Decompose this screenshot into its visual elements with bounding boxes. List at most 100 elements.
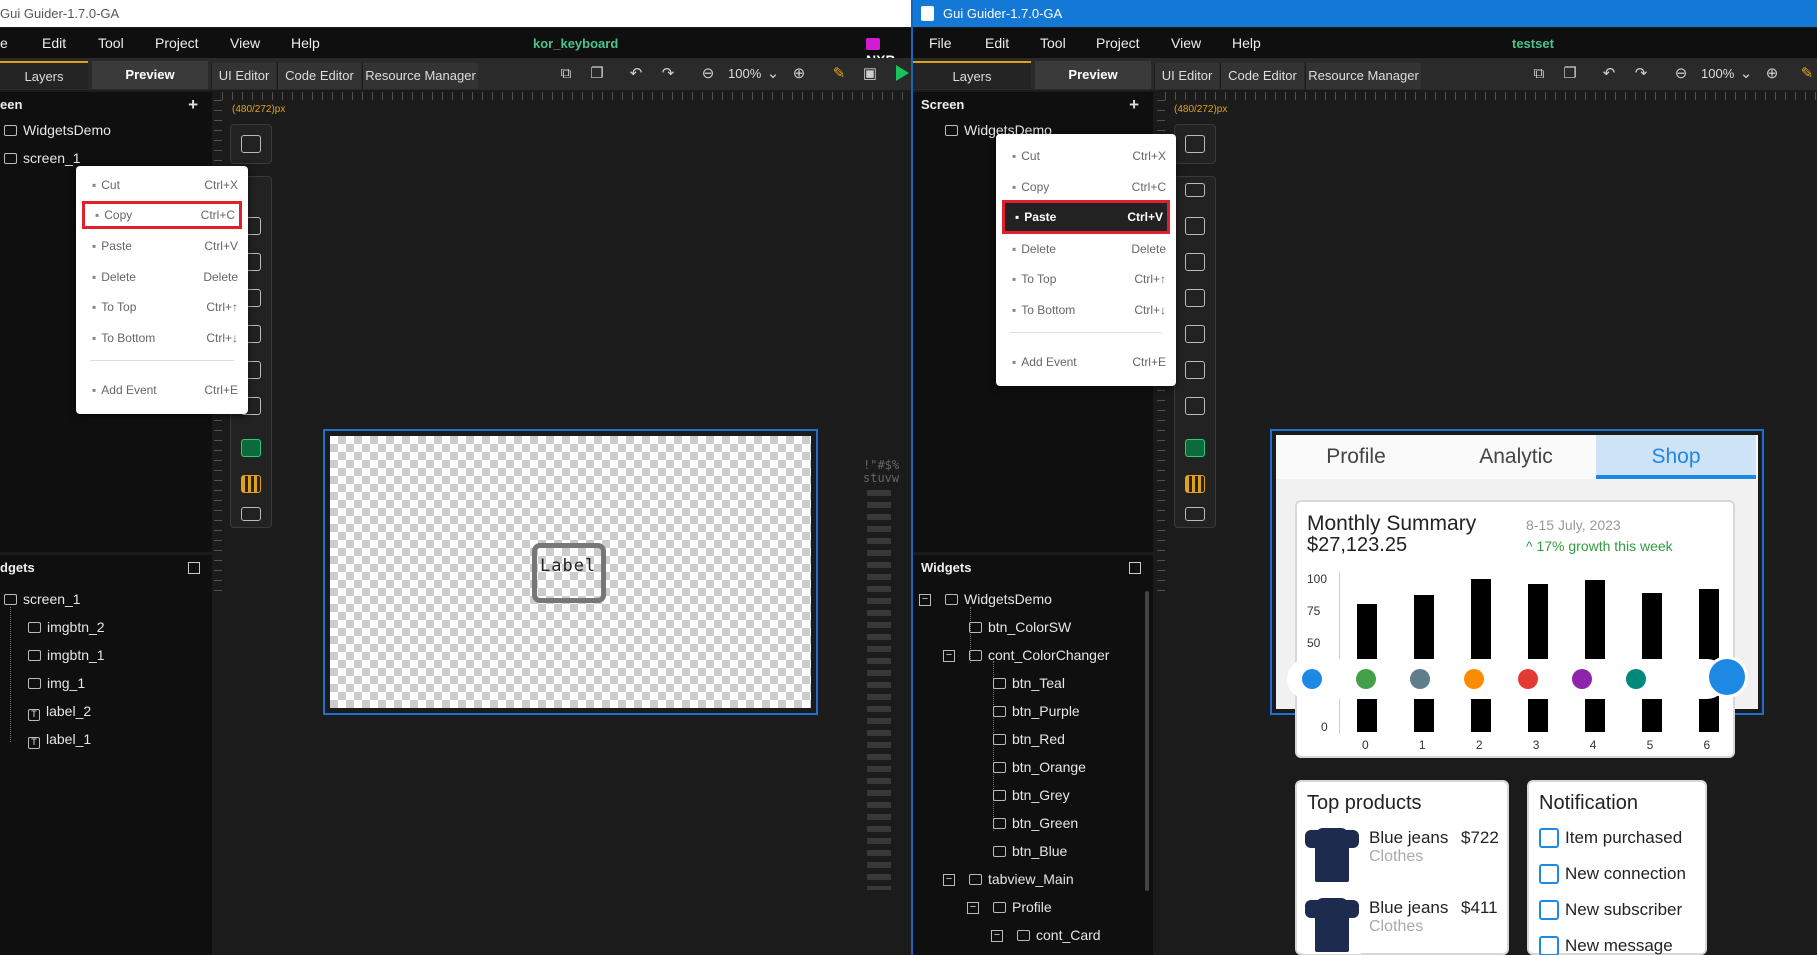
collapse-icon[interactable]: − [967, 902, 979, 914]
collapse-toolbox-icon[interactable] [1185, 183, 1205, 197]
zoom-out-icon[interactable]: ⊖ [699, 65, 717, 83]
color-dot-button[interactable] [1302, 669, 1322, 689]
widget-label-2[interactable]: Tlabel_2 [28, 703, 91, 721]
collapse-icon[interactable]: − [943, 874, 955, 886]
export-icon[interactable] [1129, 562, 1141, 574]
widget-label-1[interactable]: Tlabel_1 [28, 731, 91, 749]
tab-code-editor[interactable]: Code Editor [277, 63, 361, 89]
menu-tool[interactable]: Tool [1040, 35, 1066, 51]
zoom-in-icon[interactable]: ⊕ [790, 65, 808, 83]
tab-layers[interactable]: Layers [0, 61, 88, 89]
widget-btn-colorsw[interactable]: btn_ColorSW [969, 619, 1071, 635]
menu-edit[interactable]: Edit [985, 35, 1009, 51]
color-dot-button[interactable] [1464, 669, 1484, 689]
color-dot-button[interactable] [1410, 669, 1430, 689]
widget-screen-1[interactable]: screen_1 [4, 591, 81, 607]
redo-icon[interactable]: ↷ [1632, 65, 1650, 83]
menu-item-add-event[interactable]: Add Event Ctrl+E [1002, 348, 1170, 376]
tab-ui-editor[interactable]: UI Editor [211, 63, 276, 89]
export-icon[interactable] [188, 562, 200, 574]
clean-icon[interactable]: ✎ [830, 65, 848, 83]
duplicate-icon[interactable]: ❐ [1561, 65, 1579, 83]
notification-checkbox[interactable] [1539, 864, 1559, 884]
screen-item-widgetsdemo[interactable]: WidgetsDemo [4, 122, 111, 138]
chevron-down-icon[interactable]: ⌄ [1737, 65, 1755, 83]
transparent-canvas[interactable]: Label [330, 436, 811, 708]
widget-btn-grey[interactable]: btn_Grey [993, 787, 1070, 803]
notification-checkbox[interactable] [1539, 828, 1559, 848]
widget-btn-red[interactable]: btn_Red [993, 731, 1065, 747]
line-tool-icon[interactable] [241, 439, 261, 457]
undo-icon[interactable]: ↶ [1600, 65, 1618, 83]
notification-checkbox[interactable] [1539, 900, 1559, 920]
menu-item-delete[interactable]: Delete Delete [1002, 235, 1170, 263]
menu-item-to-top[interactable]: To Top Ctrl+↑ [82, 293, 242, 321]
canvas-label[interactable]: Label [540, 556, 596, 576]
widget-tabview-main[interactable]: tabview_Main [969, 871, 1074, 887]
expand-icon[interactable] [241, 507, 261, 521]
select-tool[interactable] [230, 124, 272, 164]
redo-icon[interactable]: ↷ [659, 65, 677, 83]
color-dot-button[interactable] [1518, 669, 1538, 689]
add-screen-icon[interactable]: + [188, 92, 198, 118]
widget-img-1[interactable]: img_1 [28, 675, 85, 691]
chevron-down-icon[interactable]: ⌄ [764, 65, 782, 83]
scrollbar[interactable] [1145, 591, 1149, 891]
qrcode-tool-icon[interactable] [1185, 475, 1205, 493]
color-dot-button[interactable] [1356, 669, 1376, 689]
menu-edit[interactable]: Edit [42, 35, 66, 51]
menu-item-to-bottom[interactable]: To Bottom Ctrl+↓ [1002, 296, 1170, 324]
container-tool-icon[interactable] [1185, 325, 1205, 343]
widget-imgbtn-1[interactable]: imgbtn_1 [28, 647, 105, 663]
copy-layer-icon[interactable]: ⧉ [557, 65, 575, 83]
color-dot-button[interactable] [1572, 669, 1592, 689]
menu-tool[interactable]: Tool [98, 35, 124, 51]
screen-item-screen-1[interactable]: screen_1 [4, 150, 81, 166]
menu-project[interactable]: Project [155, 35, 199, 51]
copy-layer-icon[interactable]: ⧉ [1530, 65, 1548, 83]
menu-help[interactable]: Help [291, 35, 320, 51]
widget-btn-orange[interactable]: btn_Orange [993, 759, 1086, 775]
select-tool[interactable] [1174, 124, 1216, 164]
tab-resource-manager[interactable]: Resource Manager [1305, 63, 1421, 89]
tab-preview[interactable]: Preview [92, 61, 208, 89]
collapse-icon[interactable]: − [919, 594, 931, 606]
duplicate-icon[interactable]: ❐ [588, 65, 606, 83]
menu-item-to-bottom[interactable]: To Bottom Ctrl+↓ [82, 324, 242, 352]
widget-widgetsdemo[interactable]: WidgetsDemo [945, 591, 1052, 607]
run-icon[interactable] [896, 65, 909, 81]
text-tool-icon[interactable] [1185, 289, 1205, 307]
collapse-icon[interactable]: − [991, 930, 1003, 942]
tab-shop[interactable]: Shop [1596, 435, 1756, 479]
menu-item-to-top[interactable]: To Top Ctrl+↑ [1002, 265, 1170, 293]
menu-item-copy[interactable]: Copy Ctrl+C [82, 201, 242, 229]
line-tool-icon[interactable] [1185, 439, 1205, 457]
widget-cont-colorchanger[interactable]: cont_ColorChanger [969, 647, 1109, 663]
widget-btn-green[interactable]: btn_Green [993, 815, 1078, 831]
tab-layers[interactable]: Layers [913, 61, 1031, 89]
widget-btn-purple[interactable]: btn_Purple [993, 703, 1080, 719]
collapse-icon[interactable]: − [943, 650, 955, 662]
zoom-level[interactable]: 100% [728, 66, 761, 81]
color-dot-button[interactable] [1626, 669, 1646, 689]
widget-imgbtn-2[interactable]: imgbtn_2 [28, 619, 105, 635]
tab-preview[interactable]: Preview [1035, 61, 1151, 89]
imgbtn-tool-icon[interactable] [1185, 217, 1205, 235]
widget-btn-teal[interactable]: btn_Teal [993, 675, 1065, 691]
tab-resource-manager[interactable]: Resource Manager [362, 63, 478, 89]
menu-item-paste[interactable]: Paste Ctrl+V [82, 232, 242, 260]
menu-item-cut[interactable]: Cut Ctrl+X [82, 171, 242, 199]
widget-cont-card[interactable]: cont_Card [1017, 927, 1101, 943]
chart-tool-icon[interactable] [1185, 361, 1205, 379]
button-tool-icon[interactable] [1185, 253, 1205, 271]
color-switch-button[interactable] [1709, 659, 1745, 695]
menu-item-delete[interactable]: Delete Delete [82, 263, 242, 291]
menu-project[interactable]: Project [1096, 35, 1140, 51]
tab-analytic[interactable]: Analytic [1436, 435, 1596, 479]
menu-item-copy[interactable]: Copy Ctrl+C [1002, 173, 1170, 201]
zoom-level[interactable]: 100% [1701, 66, 1734, 81]
tab-ui-editor[interactable]: UI Editor [1154, 63, 1219, 89]
add-screen-icon[interactable]: + [1129, 92, 1139, 118]
menu-view[interactable]: View [230, 35, 260, 51]
menu-item-add-event[interactable]: Add Event Ctrl+E [82, 376, 242, 404]
